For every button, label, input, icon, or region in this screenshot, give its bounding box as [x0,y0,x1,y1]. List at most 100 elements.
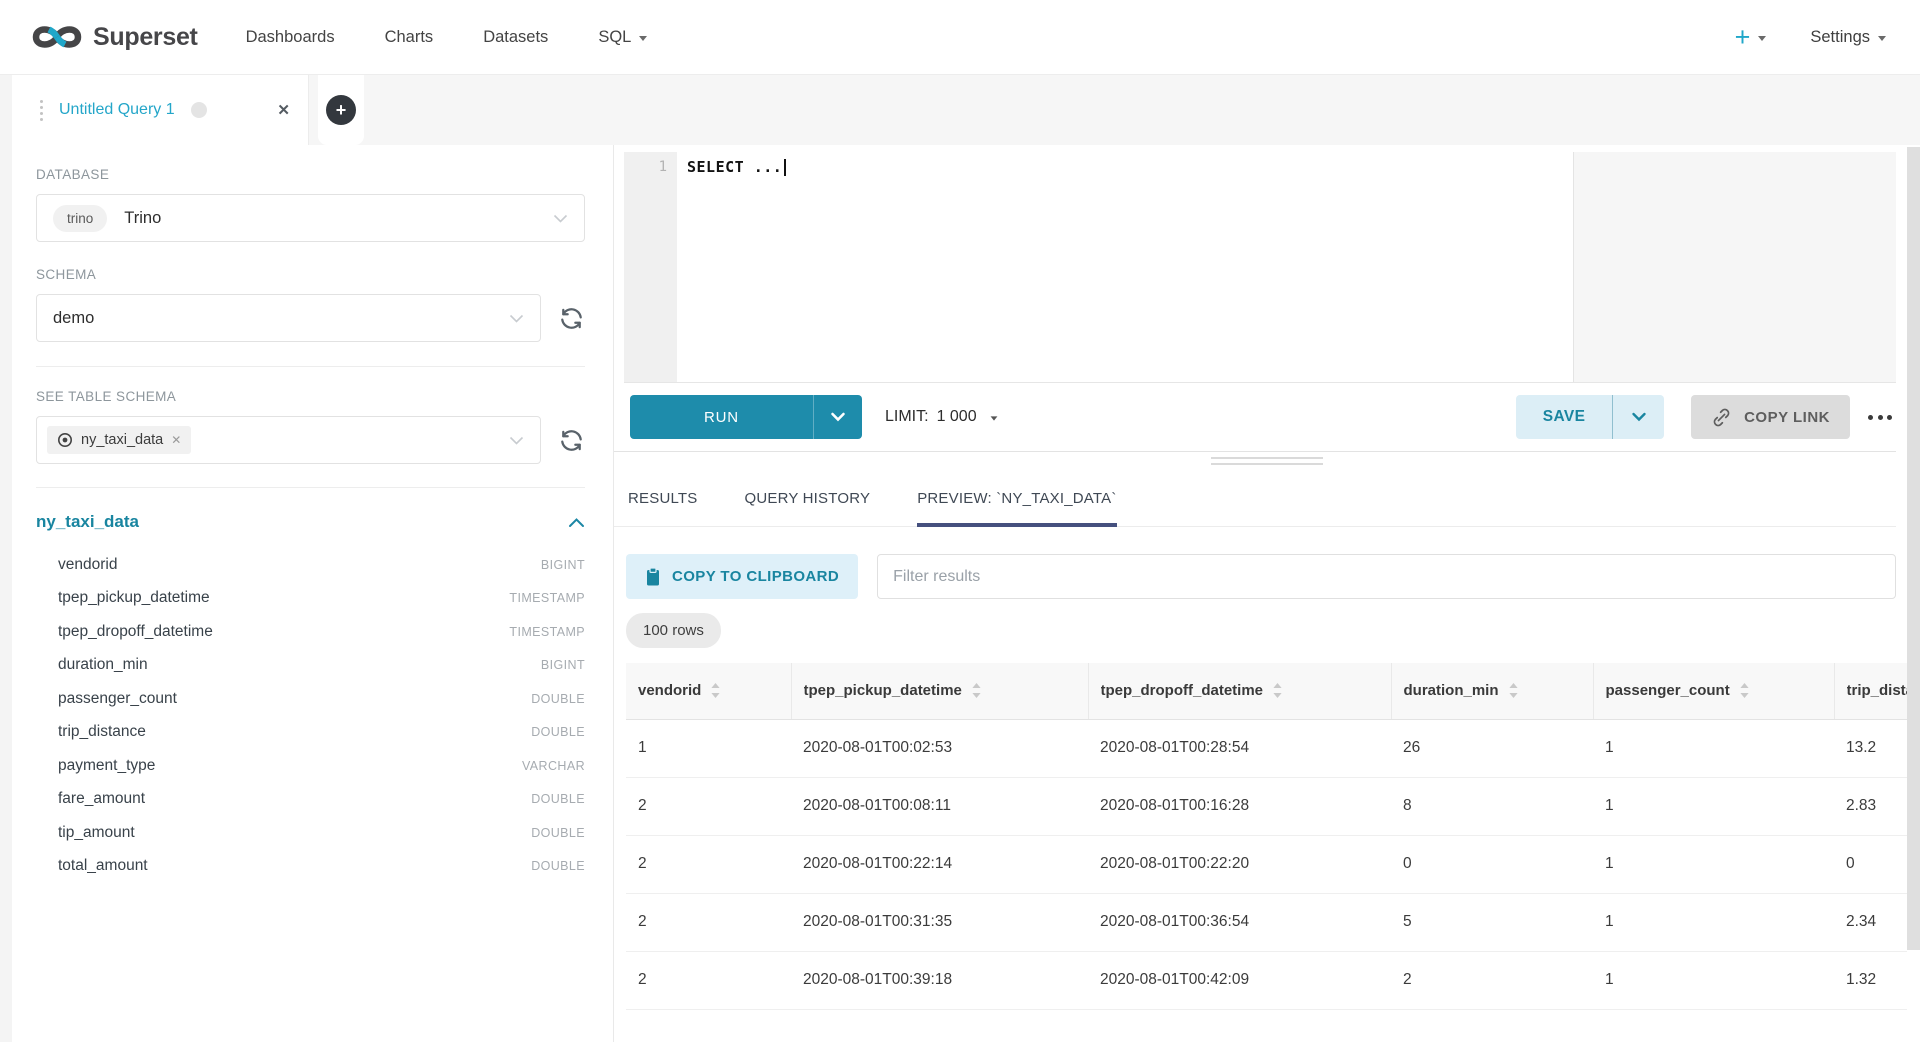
limit-dropdown[interactable]: LIMIT: 1 000 [885,408,998,426]
table-cell: 2020-08-01T00:08:11 [791,777,1088,835]
results-tab-0[interactable]: RESULTS [628,470,697,526]
add-tab-button[interactable]: + [326,95,356,125]
column-header-label: passenger_count [1606,682,1730,699]
chevron-down-icon [1758,36,1766,41]
copy-link-button[interactable]: COPY LINK [1691,395,1850,439]
table-cell: 1 [1593,719,1834,777]
table-cell: 0 [1391,835,1593,893]
copy-to-clipboard-button[interactable]: COPY TO CLIPBOARD [626,554,858,599]
sort-icon [711,683,720,698]
editor-toolbar: RUN LIMIT: 1 000 SAVE [614,383,1896,452]
text-cursor [784,159,786,176]
schema-column-name: vendorid [58,556,117,574]
schema-column-name: tip_amount [58,824,135,842]
save-split-button: SAVE [1516,395,1664,439]
database-select[interactable]: trino Trino [36,194,585,242]
save-query-button[interactable]: SAVE [1516,395,1612,439]
sql-code-editor[interactable]: 1 SELECT ... [624,152,1896,383]
print-margin [1573,152,1896,382]
page-left-gutter [0,75,12,1042]
refresh-icon [558,427,585,454]
sql-code-text: SELECT ... [687,158,782,176]
results-table-wrap: vendorid tpep_pickup_datetime tpep_dropo… [626,663,1920,1010]
table-cell: 2020-08-01T00:36:54 [1088,893,1391,951]
scrollbar-thumb[interactable] [1907,147,1920,950]
editor-gutter: 1 [624,152,677,382]
run-query-button[interactable]: RUN [630,395,813,439]
navbar-right: + Settings [1735,24,1886,51]
navbar: Superset Dashboards Charts Datasets SQL … [0,0,1920,75]
refresh-schemas-button[interactable] [558,305,585,332]
table-cell: 2 [626,893,791,951]
drag-handle-icon[interactable] [40,100,43,121]
chevron-down-icon [830,412,846,422]
chevron-down-icon [509,314,524,323]
table-cell: 2020-08-01T00:31:35 [791,893,1088,951]
table-cell: 2020-08-01T00:02:53 [791,719,1088,777]
chevron-down-icon [1878,36,1886,41]
table-cell: 2 [626,835,791,893]
filter-results-input[interactable] [877,554,1896,599]
schema-column-type: DOUBLE [531,792,585,806]
table-cell: 2020-08-01T00:16:28 [1088,777,1391,835]
table-cell: 8 [1391,777,1593,835]
table-column-header[interactable]: duration_min [1391,663,1593,719]
results-tab-2[interactable]: PREVIEW: `NY_TAXI_DATA` [917,470,1116,526]
schema-column-row: vendorid BIGINT [36,548,585,582]
schema-column-name: trip_distance [58,723,146,741]
editor-code-area[interactable]: SELECT ... [677,152,1896,382]
nav-dashboards[interactable]: Dashboards [246,28,335,47]
settings-label: Settings [1810,28,1870,47]
superset-logo[interactable]: Superset [30,22,198,52]
tab-untitled-query[interactable]: Untitled Query 1 ✕ [12,75,309,145]
sql-lab-main: DATABASE trino Trino SCHEMA demo SEE TAB… [12,145,1920,1042]
nav-datasets[interactable]: Datasets [483,28,548,47]
schema-column-name: tpep_pickup_datetime [58,589,210,607]
nav-charts[interactable]: Charts [385,28,434,47]
database-label: DATABASE [36,167,585,182]
table-cell: 1 [626,719,791,777]
table-column-header[interactable]: tpep_dropoff_datetime [1088,663,1391,719]
clipboard-icon [645,567,661,587]
table-column-header[interactable]: passenger_count [1593,663,1834,719]
save-options-button[interactable] [1612,395,1664,439]
more-actions-button[interactable] [1864,405,1896,430]
editor-tabstrip: Untitled Query 1 ✕ + [0,75,1920,145]
page-scrollbar[interactable] [1907,147,1920,1042]
refresh-tables-button[interactable] [558,427,585,454]
table-cell: 2020-08-01T00:28:54 [1088,719,1391,777]
schema-column-name: duration_min [58,656,148,674]
table-row: 22020-08-01T00:22:142020-08-01T00:22:200… [626,835,1920,893]
query-tab-label: Untitled Query 1 [59,101,175,119]
schema-column-row: payment_type VARCHAR [36,749,585,783]
table-column-header[interactable]: vendorid [626,663,791,719]
results-tab-1[interactable]: QUERY HISTORY [744,470,870,526]
selected-table-name: ny_taxi_data [81,432,163,448]
brand-name: Superset [93,23,198,52]
results-tab-label: RESULTS [628,490,697,507]
table-row: 22020-08-01T00:39:182020-08-01T00:42:092… [626,951,1920,1009]
table-cell: 2020-08-01T00:42:09 [1088,951,1391,1009]
schema-column-name: passenger_count [58,690,177,708]
chevron-down-icon [990,416,997,420]
schema-select[interactable]: demo [36,294,541,342]
schema-column-name: fare_amount [58,790,145,808]
copy-to-clipboard-label: COPY TO CLIPBOARD [672,568,839,585]
table-row: 22020-08-01T00:31:352020-08-01T00:36:545… [626,893,1920,951]
close-tab-icon[interactable]: ✕ [277,101,290,119]
ellipsis-icon [1868,415,1873,420]
table-schema-heading[interactable]: ny_taxi_data [36,512,139,532]
settings-menu[interactable]: Settings [1810,28,1886,47]
schema-column-type: BIGINT [541,658,585,672]
table-column-header[interactable]: tpep_pickup_datetime [791,663,1088,719]
superset-infinity-icon [30,22,84,52]
new-item-button[interactable]: + [1735,24,1767,51]
nav-sql-menu[interactable]: SQL [598,28,647,47]
pane-splitter[interactable] [614,452,1920,470]
chevron-up-icon[interactable] [568,517,585,528]
remove-table-icon[interactable]: ✕ [171,433,181,447]
run-options-button[interactable] [813,395,862,439]
limit-label: LIMIT: [885,408,929,426]
table-schema-label: SEE TABLE SCHEMA [36,389,585,404]
table-select[interactable]: ny_taxi_data ✕ [36,416,541,464]
